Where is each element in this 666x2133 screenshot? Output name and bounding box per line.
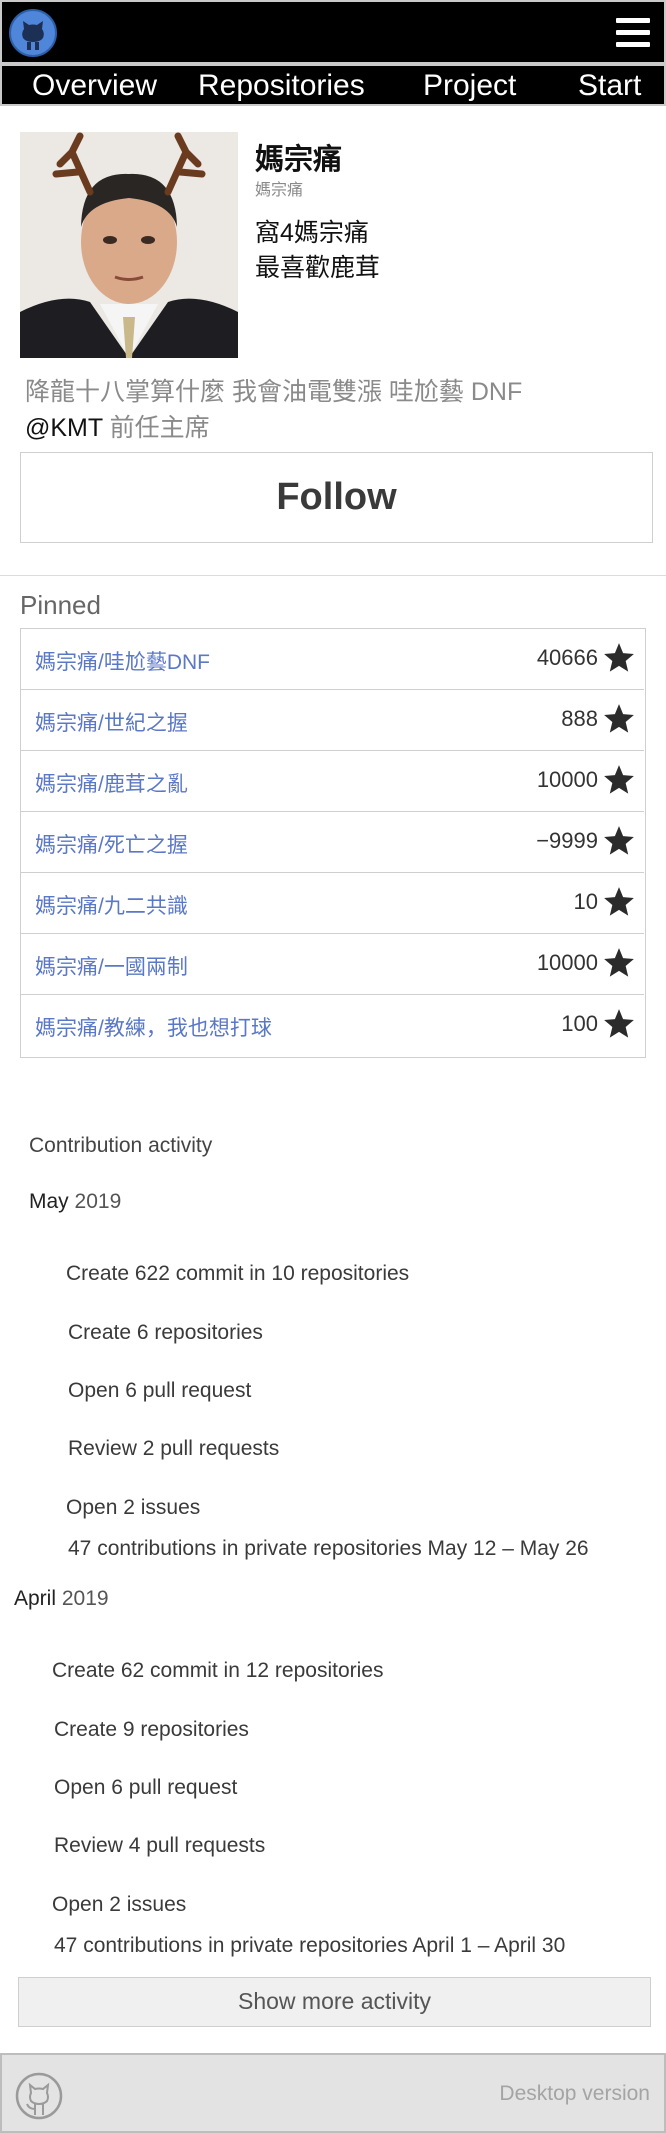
month-name: May	[29, 1190, 69, 1213]
avatar	[20, 132, 238, 358]
github-octocat-outline-icon[interactable]	[14, 2071, 64, 2121]
month-year: 2019	[74, 1190, 122, 1213]
org-role: 前任主席	[102, 414, 210, 442]
star-count: 10	[573, 889, 598, 914]
pinned-repo-link[interactable]: 媽宗痛/教練，我也想打球	[35, 1012, 272, 1042]
activity-item[interactable]: Create 9 repositories	[54, 1718, 249, 1742]
pinned-item[interactable]: 媽宗痛/一國兩制 10000	[21, 934, 644, 995]
activity-item[interactable]: Create 622 commit in 10 repositories	[66, 1262, 409, 1286]
pinned-item[interactable]: 媽宗痛/哇尬藝DNF 40666	[21, 629, 644, 690]
pinned-repo-link[interactable]: 媽宗痛/九二共識	[35, 890, 188, 920]
pinned-list: 媽宗痛/哇尬藝DNF 40666 媽宗痛/世紀之握 888 媽宗痛/鹿茸之亂 1…	[20, 628, 646, 1058]
pinned-repo-link[interactable]: 媽宗痛/一國兩制	[35, 951, 188, 981]
activity-item[interactable]: Open 6 pull request	[54, 1776, 237, 1800]
star-icon	[604, 704, 634, 733]
star-count: 10000	[536, 950, 598, 975]
pinned-item[interactable]: 媽宗痛/教練，我也想打球 100	[21, 995, 644, 1056]
nav-project[interactable]: Project	[423, 68, 516, 104]
activity-item[interactable]: Open 2 issues	[52, 1893, 186, 1917]
pinned-repo-link[interactable]: 媽宗痛/死亡之握	[35, 829, 188, 859]
activity-item[interactable]: 47 contributions in private repositories…	[54, 1934, 565, 1958]
pinned-item[interactable]: 媽宗痛/九二共識 10	[21, 873, 644, 934]
profile-tagline: 降龍十八掌算什麼 我會油電雙漲 哇尬藝 DNF	[25, 378, 523, 406]
profile-bio-line-2: 最喜歡鹿茸	[255, 254, 381, 282]
pinned-item[interactable]: 媽宗痛/鹿茸之亂 10000	[21, 751, 644, 812]
star-count: 100	[561, 1011, 598, 1036]
month-heading: April 2019	[14, 1587, 109, 1611]
star-count: 888	[561, 706, 598, 731]
hamburger-menu-icon[interactable]	[616, 18, 650, 48]
pinned-item[interactable]: 媽宗痛/世紀之握 888	[21, 690, 644, 751]
star-icon	[604, 948, 634, 977]
follow-button[interactable]: Follow	[20, 452, 653, 543]
pinned-title: Pinned	[20, 590, 101, 620]
star-count: 40666	[536, 645, 598, 670]
nav-start[interactable]: Start	[578, 68, 641, 104]
activity-item[interactable]: Create 62 commit in 12 repositories	[52, 1659, 383, 1683]
month-heading: May 2019	[29, 1190, 121, 1214]
contribution-activity-title: Contribution activity	[29, 1134, 213, 1157]
profile-org: @KMT 前任主席	[25, 408, 210, 444]
star-count: 10000	[536, 767, 598, 792]
star-icon	[604, 1009, 634, 1038]
github-octocat-icon[interactable]	[8, 8, 58, 58]
star-icon	[604, 826, 634, 855]
month-name: April	[14, 1587, 57, 1610]
pinned-repo-link[interactable]: 媽宗痛/哇尬藝DNF	[35, 646, 210, 676]
month-year: 2019	[61, 1587, 109, 1610]
star-count: −9999	[536, 828, 598, 853]
nav-overview[interactable]: Overview	[32, 68, 157, 104]
pinned-repo-link[interactable]: 媽宗痛/世紀之握	[35, 707, 188, 737]
activity-item[interactable]: Create 6 repositories	[68, 1321, 263, 1345]
star-icon	[604, 643, 634, 672]
star-icon	[604, 887, 634, 916]
profile-login: 媽宗痛	[255, 182, 304, 199]
profile-name: 媽宗痛	[255, 144, 343, 176]
star-icon	[604, 765, 634, 794]
nav-repositories[interactable]: Repositories	[198, 68, 365, 104]
footer: Desktop version	[0, 2053, 666, 2133]
desktop-version-link[interactable]: Desktop version	[499, 2082, 650, 2106]
activity-item[interactable]: Review 2 pull requests	[68, 1437, 279, 1461]
show-more-activity-button[interactable]: Show more activity	[18, 1977, 651, 2027]
activity-item[interactable]: 47 contributions in private repositories…	[68, 1537, 589, 1561]
org-link[interactable]: @KMT	[25, 414, 103, 442]
main-nav: Overview Repositories Project Start	[0, 64, 666, 106]
pinned-repo-link[interactable]: 媽宗痛/鹿茸之亂	[35, 768, 188, 798]
top-header	[0, 0, 666, 64]
activity-item[interactable]: Open 6 pull request	[68, 1379, 251, 1403]
activity-item[interactable]: Open 2 issues	[66, 1496, 200, 1520]
section-divider	[0, 575, 666, 576]
activity-item[interactable]: Review 4 pull requests	[54, 1834, 265, 1858]
profile-bio-line-1: 窩4媽宗痛	[255, 219, 369, 247]
pinned-item[interactable]: 媽宗痛/死亡之握 −9999	[21, 812, 644, 873]
